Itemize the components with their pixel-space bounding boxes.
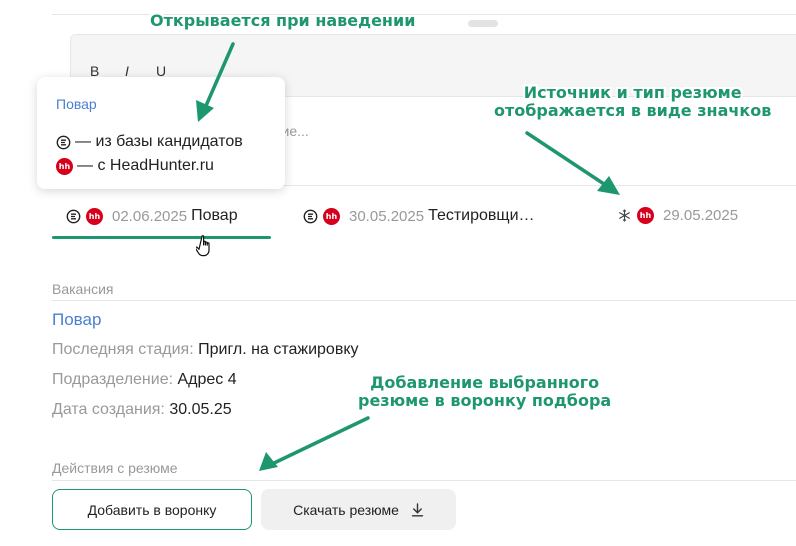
annotation-line: резюме в воронку подбора bbox=[358, 391, 612, 410]
annotation-line: Добавление выбранного bbox=[370, 373, 600, 392]
annotation-source: Источник и тип резюме отображается в вид… bbox=[494, 84, 771, 120]
annotation-add: Добавление выбранного резюме в воронку п… bbox=[358, 374, 611, 410]
annotation-hover: Открывается при наведении bbox=[150, 11, 416, 30]
annotation-arrows bbox=[196, 42, 620, 471]
annotation-line: отображается в виде значков bbox=[494, 101, 772, 120]
annotation-line: Источник и тип резюме bbox=[523, 83, 742, 102]
